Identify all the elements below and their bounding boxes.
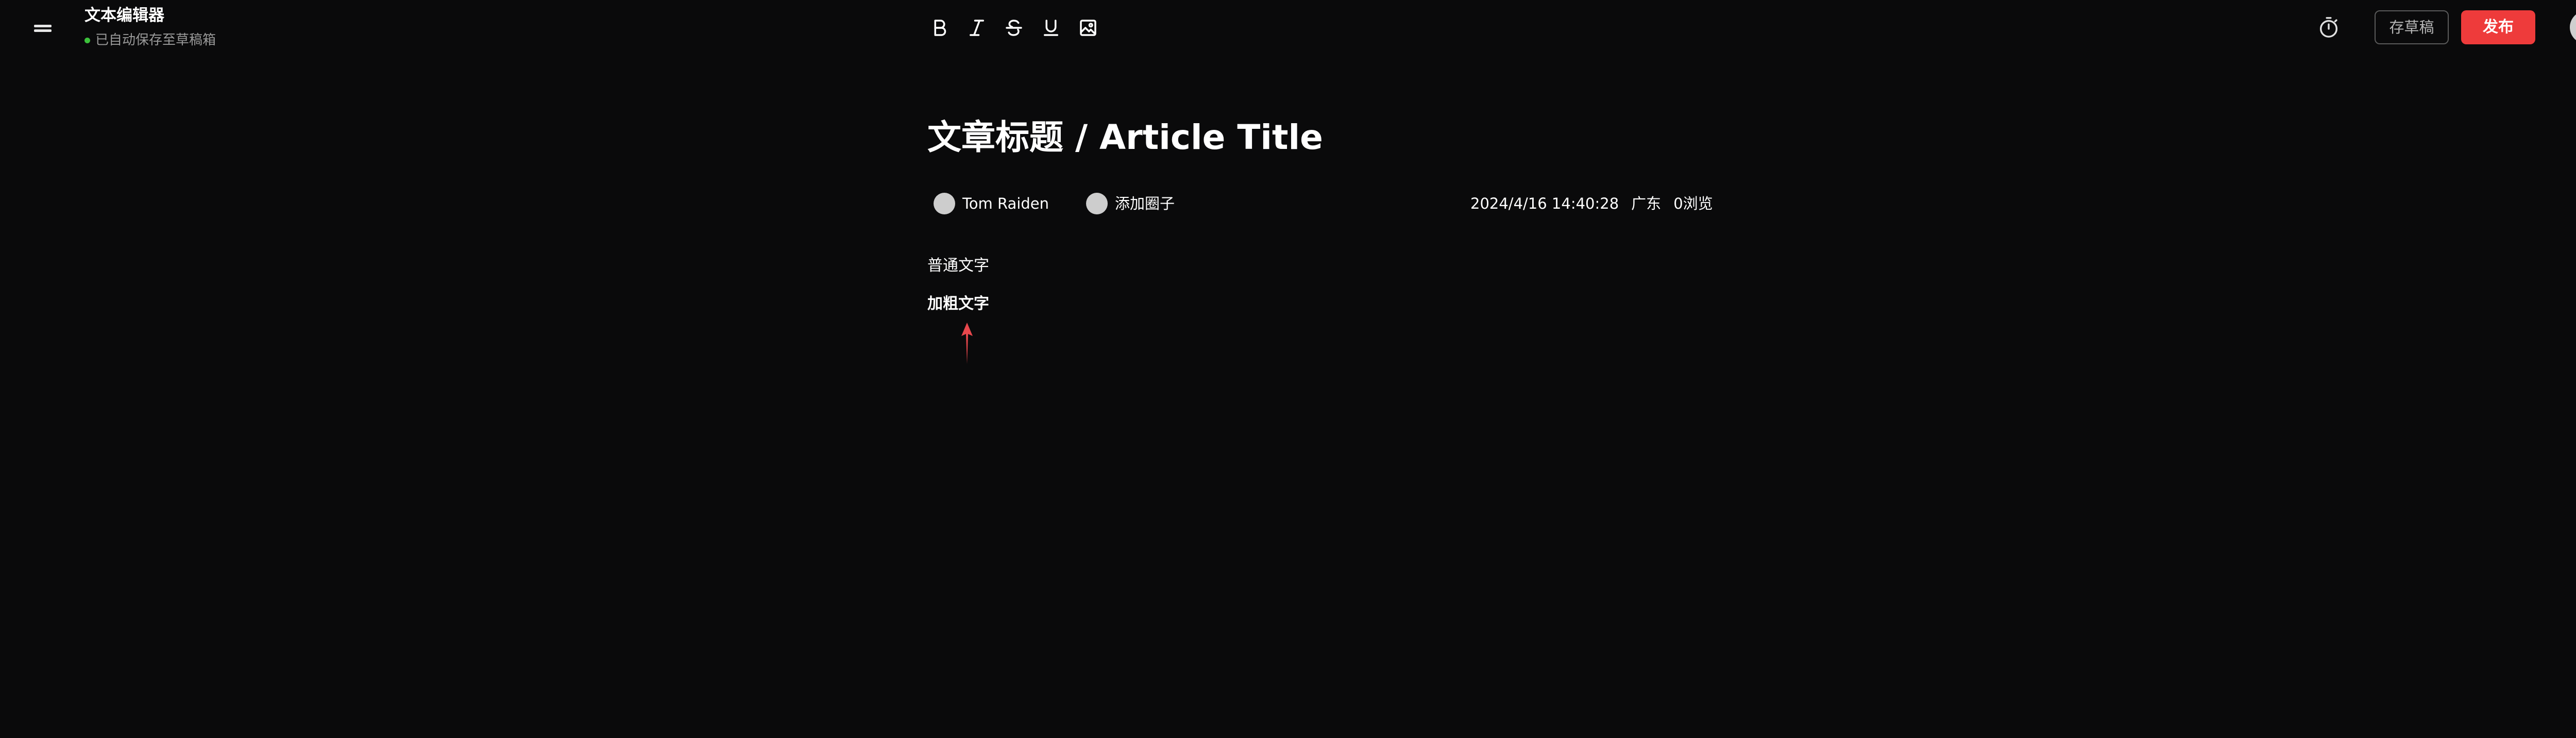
circle-icon: [1086, 193, 1108, 214]
italic-icon[interactable]: [964, 15, 989, 40]
timer-icon[interactable]: [2317, 15, 2341, 39]
location: 广东: [1631, 195, 1662, 212]
add-circle-label: 添加圈子: [1115, 195, 1175, 212]
author[interactable]: Tom Raiden: [934, 192, 1049, 215]
editor-page: 文本编辑器 已自动保存至草稿箱 存草稿 发布 文章标题 / Article Ti…: [0, 0, 2576, 738]
article-meta: Tom Raiden 添加圈子 2024/4/16 14:40:28 广东 0浏…: [927, 191, 1713, 216]
status-dot-icon: [84, 37, 90, 43]
meta-info: 2024/4/16 14:40:28 广东 0浏览: [1470, 192, 1713, 215]
strikethrough-icon[interactable]: [1002, 15, 1026, 40]
autosave-status: 已自动保存至草稿箱: [84, 31, 216, 49]
format-toolbar: [927, 15, 1113, 40]
user-avatar[interactable]: [2570, 11, 2576, 44]
underline-icon[interactable]: [1039, 15, 1063, 40]
paragraph-bold[interactable]: 加粗文字: [927, 291, 989, 317]
app-title: 文本编辑器: [84, 6, 164, 25]
view-count: 0浏览: [1673, 195, 1713, 212]
annotation-arrow-icon: [959, 323, 975, 364]
hamburger-menu-icon[interactable]: [34, 23, 52, 33]
autosave-text: 已自动保存至草稿箱: [95, 32, 216, 48]
image-icon[interactable]: [1076, 15, 1100, 40]
save-draft-button[interactable]: 存草稿: [2375, 10, 2449, 44]
add-circle-button[interactable]: 添加圈子: [1086, 192, 1175, 215]
paragraph-normal[interactable]: 普通文字: [927, 253, 989, 279]
bold-icon[interactable]: [927, 15, 952, 40]
author-avatar: [934, 193, 955, 214]
publish-button[interactable]: 发布: [2461, 10, 2535, 44]
publish-datetime: 2024/4/16 14:40:28: [1470, 195, 1619, 212]
author-name: Tom Raiden: [962, 195, 1049, 212]
article-title[interactable]: 文章标题 / Article Title: [927, 114, 1323, 161]
editor-content[interactable]: 普通文字 加粗文字: [927, 253, 989, 317]
